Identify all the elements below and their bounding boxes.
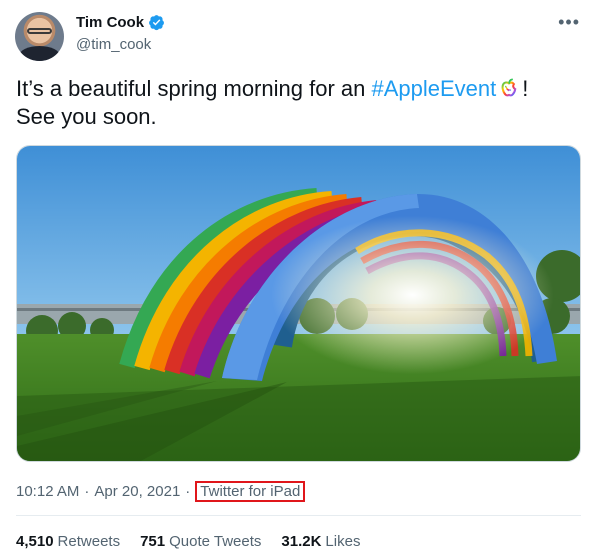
user-handle[interactable]: @tim_cook <box>76 36 151 53</box>
tweet-stats: 4,510 Retweets 751 Quote Tweets 31.2K Likes <box>16 533 380 550</box>
quote-tweets-stat[interactable]: 751 Quote Tweets <box>140 533 261 550</box>
avatar[interactable] <box>15 12 64 61</box>
tweet-text-line2: See you soon. <box>16 104 157 129</box>
likes-stat[interactable]: 31.2K Likes <box>281 533 360 550</box>
verified-badge-icon <box>149 15 165 31</box>
tweet-text-part2: ! <box>522 76 529 101</box>
tweet-text-part1: It’s a beautiful spring morning for an <box>16 76 372 101</box>
quote-tweets-count: 751 <box>140 533 166 550</box>
tweet-photo[interactable] <box>16 145 581 462</box>
tweet-source[interactable]: Twitter for iPad <box>195 481 306 502</box>
hashtag-link[interactable]: #AppleEvent <box>371 76 496 101</box>
author-name-row: Tim Cook <box>76 14 165 31</box>
meta-separator-2: · <box>185 483 191 500</box>
retweets-label: Retweets <box>57 533 121 550</box>
likes-label: Likes <box>325 533 361 550</box>
tweet-text: It’s a beautiful spring morning for an #… <box>16 75 581 131</box>
tweet-date[interactable]: Apr 20, 2021 <box>94 483 180 500</box>
retweets-count: 4,510 <box>16 533 54 550</box>
meta-separator: · <box>84 483 90 500</box>
divider <box>16 515 581 516</box>
retweets-stat[interactable]: 4,510 Retweets <box>16 533 120 550</box>
display-name[interactable]: Tim Cook <box>76 14 144 31</box>
tweet-time[interactable]: 10:12 AM <box>16 483 79 500</box>
likes-count: 31.2K <box>281 533 322 550</box>
rainbow-arch-photo <box>17 146 580 461</box>
more-options-icon[interactable]: ••• <box>558 12 580 33</box>
quote-tweets-label: Quote Tweets <box>169 533 262 550</box>
tweet-metadata: 10:12 AM · Apr 20, 2021 · Twitter for iP… <box>16 481 306 502</box>
apple-logo-emoji-icon <box>501 78 517 97</box>
